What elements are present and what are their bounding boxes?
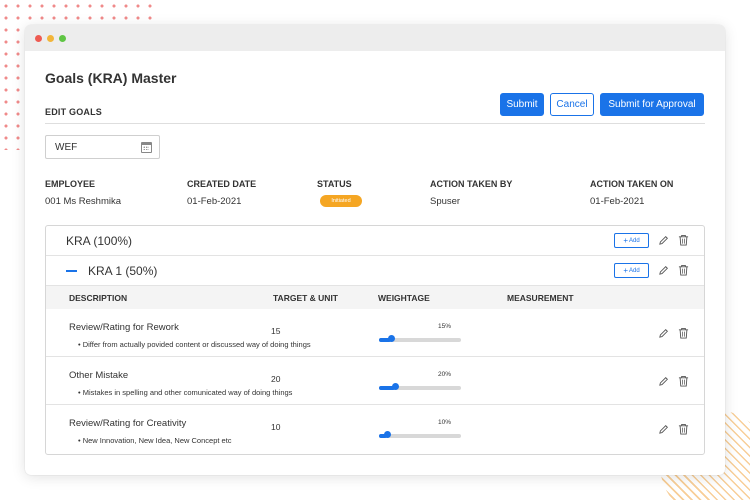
weightage-slider[interactable] — [379, 335, 461, 342]
item-description: Review/Rating for Creativity — [69, 418, 187, 429]
pencil-icon[interactable] — [658, 424, 669, 435]
table-column-headers: DESCRIPTION TARGET & UNIT WEIGHTAGE MEAS… — [46, 286, 704, 309]
kra-1-title: KRA 1 (50%) — [88, 264, 158, 278]
employee-value: 001 Ms Reshmika — [45, 196, 122, 207]
submit-button[interactable]: Submit — [500, 93, 544, 116]
maximize-window-icon[interactable] — [59, 35, 66, 42]
minimize-window-icon[interactable] — [47, 35, 54, 42]
action-taken-by-label: ACTION TAKEN BY — [430, 179, 513, 189]
item-description: Other Mistake — [69, 370, 129, 381]
trash-icon[interactable] — [678, 234, 689, 246]
weightage-slider-thumb[interactable] — [384, 431, 392, 438]
item-target: 20 — [271, 374, 281, 384]
pencil-icon[interactable] — [658, 328, 669, 339]
plus-icon: + — [623, 236, 628, 245]
item-detail: • Differ from actually povided content o… — [78, 340, 311, 349]
action-taken-on-label: ACTION TAKEN ON — [590, 179, 674, 189]
table-row: Review/Rating for Creativity • New Innov… — [46, 405, 704, 453]
kra-panel: KRA (100%) + Add KRA 1 (50%) + Add DESCR… — [45, 225, 705, 455]
trash-icon[interactable] — [678, 423, 689, 435]
kra-1-row: KRA 1 (50%) + Add — [46, 256, 704, 286]
table-row: Review/Rating for Rework • Differ from a… — [46, 309, 704, 357]
weightage-slider[interactable] — [379, 431, 461, 438]
table-row: Other Mistake • Mistakes in spelling and… — [46, 357, 704, 405]
plus-icon: + — [623, 266, 628, 275]
section-title: EDIT GOALS — [45, 107, 103, 117]
pencil-icon[interactable] — [658, 376, 669, 387]
kra-title: KRA (100%) — [66, 234, 133, 248]
app-window: Goals (KRA) Master EDIT GOALS Submit Can… — [25, 25, 725, 475]
trash-icon[interactable] — [678, 264, 689, 276]
action-taken-by-value: Spuser — [430, 196, 461, 207]
action-taken-on-value: 01-Feb-2021 — [590, 196, 645, 207]
column-header-measurement: MEASUREMENT — [507, 293, 574, 303]
submit-for-approval-button[interactable]: Submit for Approval — [600, 93, 704, 116]
collapse-minus-icon[interactable] — [66, 270, 77, 272]
wef-date-value: WEF — [55, 141, 78, 153]
cancel-button[interactable]: Cancel — [550, 93, 594, 116]
trash-icon[interactable] — [678, 375, 689, 387]
section-divider — [45, 123, 705, 124]
item-detail: • Mistakes in spelling and other comunic… — [78, 388, 293, 397]
pencil-icon[interactable] — [658, 235, 669, 246]
page-title: Goals (KRA) Master — [45, 70, 177, 86]
column-header-weightage: WEIGHTAGE — [378, 293, 430, 303]
calendar-icon[interactable] — [141, 142, 152, 153]
weightage-slider-thumb[interactable] — [388, 335, 396, 342]
kra-header-row: KRA (100%) + Add — [46, 226, 704, 256]
window-titlebar — [25, 25, 725, 51]
created-date-label: CREATED DATE — [187, 179, 257, 189]
trash-icon[interactable] — [678, 327, 689, 339]
close-window-icon[interactable] — [35, 35, 42, 42]
pencil-icon[interactable] — [658, 265, 669, 276]
employee-label: EMPLOYEE — [45, 179, 96, 189]
column-header-target: TARGET & UNIT — [273, 293, 339, 303]
add-kra-1-label: Add — [628, 267, 640, 274]
add-kra-button[interactable]: + Add — [614, 233, 649, 248]
status-badge: Initiated — [320, 195, 362, 207]
item-target: 10 — [271, 422, 281, 432]
item-weightage-label: 10% — [438, 419, 452, 426]
item-target: 15 — [271, 326, 281, 336]
weightage-slider[interactable] — [379, 383, 461, 390]
item-weightage-label: 20% — [438, 371, 452, 378]
weightage-slider-thumb[interactable] — [392, 383, 400, 390]
item-weightage-label: 15% — [438, 323, 452, 330]
wef-date-input[interactable]: WEF — [45, 135, 160, 159]
status-label: STATUS — [317, 179, 352, 189]
column-header-description: DESCRIPTION — [69, 293, 128, 303]
created-date-value: 01-Feb-2021 — [187, 196, 242, 207]
item-detail: • New Innovation, New Idea, New Concept … — [78, 436, 232, 445]
item-description: Review/Rating for Rework — [69, 322, 179, 333]
add-kra-1-item-button[interactable]: + Add — [614, 263, 649, 278]
add-kra-label: Add — [628, 237, 640, 244]
